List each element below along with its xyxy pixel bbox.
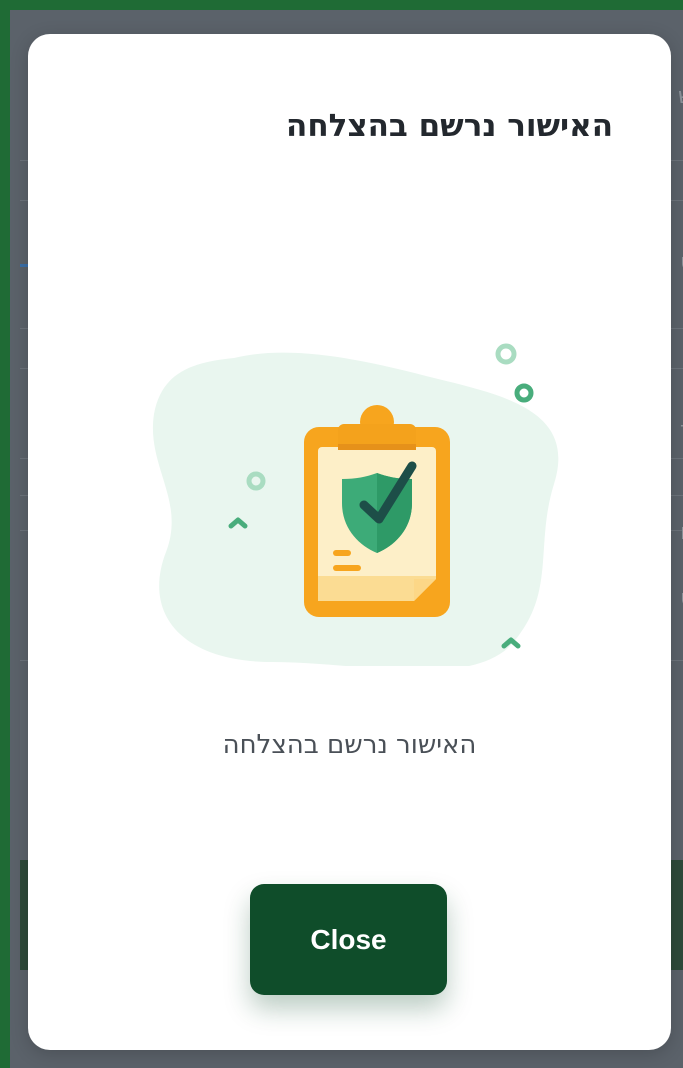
decor-ring	[514, 383, 534, 403]
clipboard-clip-shadow	[338, 444, 416, 450]
dialog-message: האישור נרשם בהצלחה	[222, 730, 477, 760]
decor-ring	[495, 343, 517, 365]
success-dialog: האישור נרשם בהצלחה האישור נרשם בהצלחה Cl…	[28, 34, 671, 1050]
close-button[interactable]: Close	[250, 884, 447, 995]
clipboard-shield-check-icon	[152, 343, 559, 666]
clipboard-text-line	[333, 550, 351, 556]
clipboard-text-line	[333, 565, 361, 571]
dialog-title: האישור נרשם בהצלחה	[286, 108, 613, 144]
background-edge-glyph: ש	[678, 84, 683, 109]
